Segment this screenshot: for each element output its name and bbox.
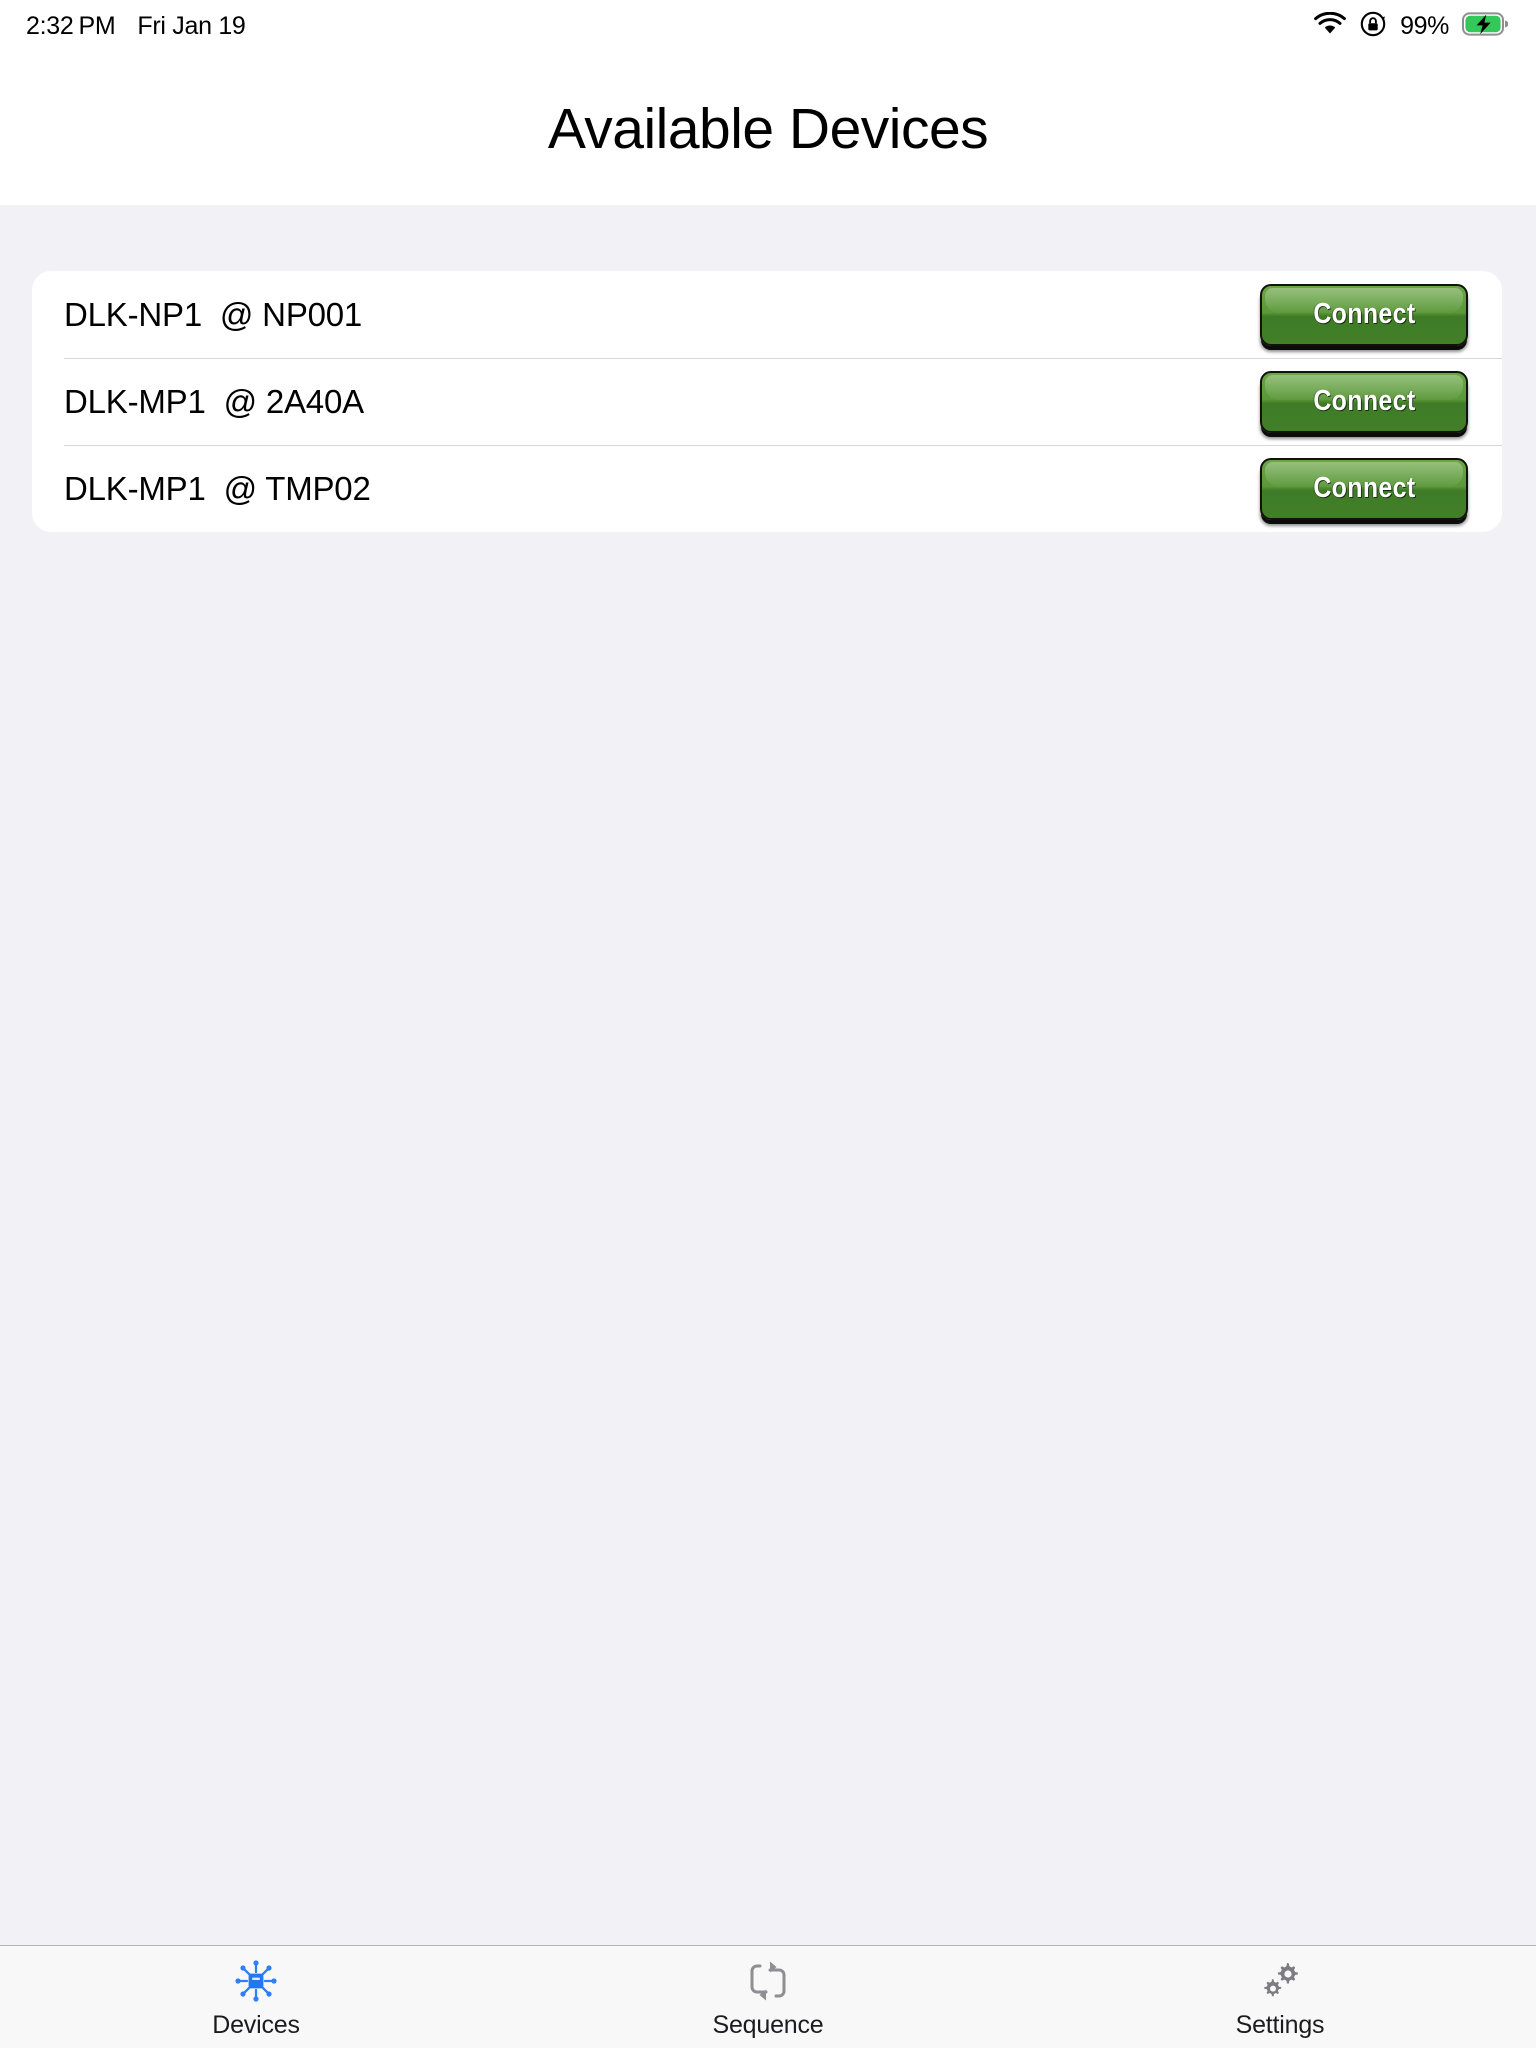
table-row[interactable]: DLK-MP1 @ 2A40A Connect	[32, 358, 1502, 445]
repeat-loop-icon	[743, 1958, 793, 2004]
connect-button[interactable]: Connect	[1260, 370, 1468, 433]
main-content: DLK-NP1 @ NP001 Connect DLK-MP1 @ 2A40A …	[0, 205, 1536, 1945]
devices-hub-icon	[231, 1958, 281, 2004]
tab-sequence-label: Sequence	[712, 2011, 824, 2039]
device-name: DLK-NP1 @ NP001	[64, 295, 363, 333]
table-row[interactable]: DLK-NP1 @ NP001 Connect	[32, 271, 1502, 358]
status-bar-right: 99%	[1314, 10, 1509, 43]
connect-button[interactable]: Connect	[1260, 457, 1468, 520]
connect-button-label: Connect	[1312, 385, 1416, 417]
tab-sequence[interactable]: Sequence	[512, 1946, 1024, 2048]
gears-icon	[1255, 1958, 1305, 2004]
tab-bar: Devices Sequence Settings	[0, 1945, 1536, 2048]
connect-button[interactable]: Connect	[1260, 283, 1468, 346]
tab-devices-label: Devices	[212, 2011, 300, 2039]
device-name: DLK-MP1 @ TMP02	[64, 469, 371, 507]
status-bar: 2:32 PM Fri Jan 19 99%	[0, 0, 1536, 52]
device-name: DLK-MP1 @ 2A40A	[64, 382, 364, 420]
page-title: Available Devices	[547, 96, 989, 161]
status-ampm: PM	[78, 11, 116, 40]
connect-button-label: Connect	[1312, 298, 1416, 330]
battery-percent-label: 99%	[1400, 11, 1449, 40]
status-bar-left: 2:32 PM Fri Jan 19	[26, 12, 246, 41]
battery-charging-icon	[1462, 11, 1509, 41]
device-list-card: DLK-NP1 @ NP001 Connect DLK-MP1 @ 2A40A …	[32, 271, 1502, 532]
status-time: 2:32	[26, 11, 74, 40]
tab-settings-label: Settings	[1235, 2011, 1325, 2039]
status-date: Fri Jan 19	[137, 11, 246, 40]
table-row[interactable]: DLK-MP1 @ TMP02 Connect	[32, 445, 1502, 532]
rotation-lock-icon	[1359, 10, 1387, 43]
tab-devices[interactable]: Devices	[0, 1946, 512, 2048]
wifi-icon	[1314, 11, 1347, 41]
tab-settings[interactable]: Settings	[1024, 1946, 1536, 2048]
connect-button-label: Connect	[1312, 472, 1416, 504]
page-header: Available Devices	[0, 52, 1536, 205]
